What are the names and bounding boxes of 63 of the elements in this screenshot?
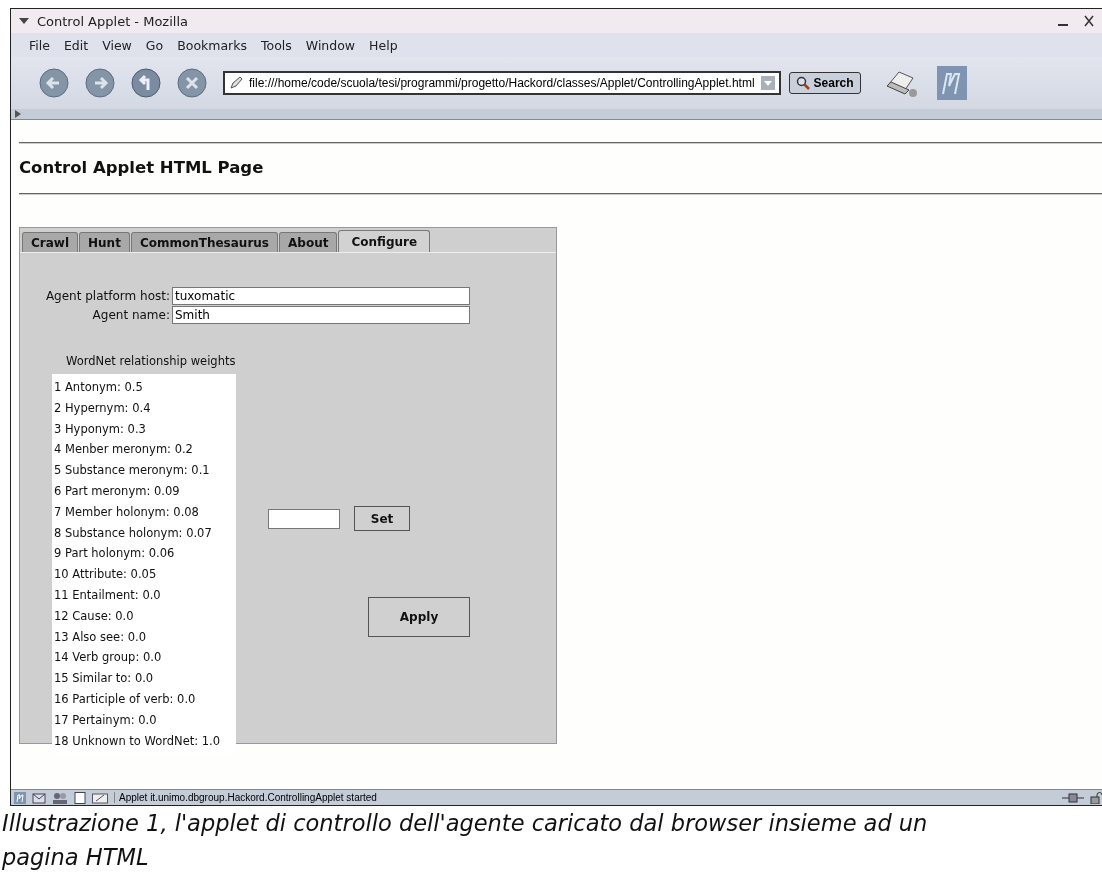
tab[interactable]: CommonThesaurus <box>130 232 278 252</box>
tab[interactable]: About <box>279 232 338 252</box>
menu-arrow-icon[interactable] <box>19 18 29 24</box>
menu-item[interactable]: Tools <box>261 37 292 53</box>
list-item[interactable]: 2 Hypernym: 0.4 <box>52 397 236 419</box>
close-icon[interactable] <box>1084 15 1094 27</box>
tab[interactable]: Configure <box>338 230 431 252</box>
list-item[interactable]: 3 Hyponym: 0.3 <box>52 418 236 440</box>
list-item[interactable]: 8 Substance holonym: 0.07 <box>52 522 236 544</box>
address-field[interactable]: file:///home/code/scuola/tesi/programmi/progetto/Hackord/classes/Applet/ControllingApplet.html <box>223 71 781 95</box>
search-icon <box>795 76 810 90</box>
list-item[interactable]: 16 Participle of verb: 0.0 <box>52 688 236 710</box>
list-item[interactable]: 17 Pertainym: 0.0 <box>52 709 236 731</box>
figure-caption: Illustrazione 1, l'applet di controllo dell'agente caricato dal browser insieme ad un <box>2 809 929 838</box>
list-item[interactable]: 13 Also see: 0.0 <box>52 626 236 648</box>
list-item[interactable]: 6 Part meronym: 0.09 <box>52 481 236 502</box>
list-item[interactable]: 4 Menber meronym: 0.2 <box>52 439 236 461</box>
menu-item[interactable]: Window <box>305 37 356 53</box>
page-heading: Control Applet HTML Page <box>19 158 265 177</box>
list-item[interactable]: 11 Entailment: 0.0 <box>52 584 236 606</box>
field-label: Agent name: <box>91 308 171 322</box>
stop-icon[interactable] <box>177 68 207 98</box>
menu-item[interactable]: Bookmarks <box>177 37 247 53</box>
field-label: Agent platform host: <box>44 289 171 303</box>
lock-icon <box>1090 791 1102 804</box>
list-item[interactable]: 12 Cause: 0.0 <box>52 605 236 627</box>
reload-icon[interactable] <box>131 68 161 98</box>
logo-icon[interactable] <box>936 66 967 100</box>
text-field[interactable]: tuxomatic <box>172 287 470 305</box>
menu-item[interactable]: Help <box>369 37 398 53</box>
people-icon[interactable] <box>52 791 68 804</box>
menu-item[interactable]: Edit <box>63 37 89 53</box>
set-button[interactable]: Set <box>354 506 410 531</box>
list-title: WordNet relationship weights <box>66 354 236 368</box>
back-icon[interactable] <box>39 68 69 98</box>
menu-item[interactable]: Go <box>145 37 164 53</box>
weight-field[interactable] <box>268 508 340 529</box>
menu-item[interactable]: File <box>29 37 50 53</box>
text-field[interactable]: Smith <box>172 306 470 324</box>
forward-icon[interactable] <box>85 68 115 98</box>
edit-icon[interactable] <box>92 791 108 804</box>
tab[interactable]: Hunt <box>79 232 130 252</box>
list-item[interactable]: 1 Antonym: 0.5 <box>52 377 236 398</box>
status-text: Applet it.unimo.dbgroup.Hackord.ControllingApplet started <box>114 792 377 803</box>
expand-icon[interactable] <box>15 110 21 118</box>
list-item[interactable]: 18 Unknown to WordNet: 1.0 <box>52 730 236 752</box>
logo-icon[interactable] <box>14 791 26 804</box>
figure-caption: pagina HTML <box>2 843 150 872</box>
apply-button[interactable]: Apply <box>368 597 470 637</box>
list-item[interactable]: 9 Part holonym: 0.06 <box>52 543 236 565</box>
window-title: Control Applet - Mozilla <box>37 13 188 29</box>
list-item[interactable]: 15 Similar to: 0.0 <box>52 668 236 689</box>
mail-icon[interactable] <box>32 791 46 804</box>
list-item[interactable]: 10 Attribute: 0.05 <box>52 564 236 585</box>
list-item[interactable]: 7 Member holonym: 0.08 <box>52 501 236 523</box>
connection-icon <box>1062 792 1084 803</box>
page-icon[interactable] <box>74 791 86 804</box>
menu-item[interactable]: View <box>102 37 132 53</box>
search-button[interactable]: Search <box>788 72 861 94</box>
list-item[interactable]: 5 Substance meronym: 0.1 <box>52 460 236 481</box>
tab[interactable]: Crawl <box>22 232 79 252</box>
list-item[interactable]: 14 Verb group: 0.0 <box>52 647 236 669</box>
pen-icon <box>229 76 243 90</box>
